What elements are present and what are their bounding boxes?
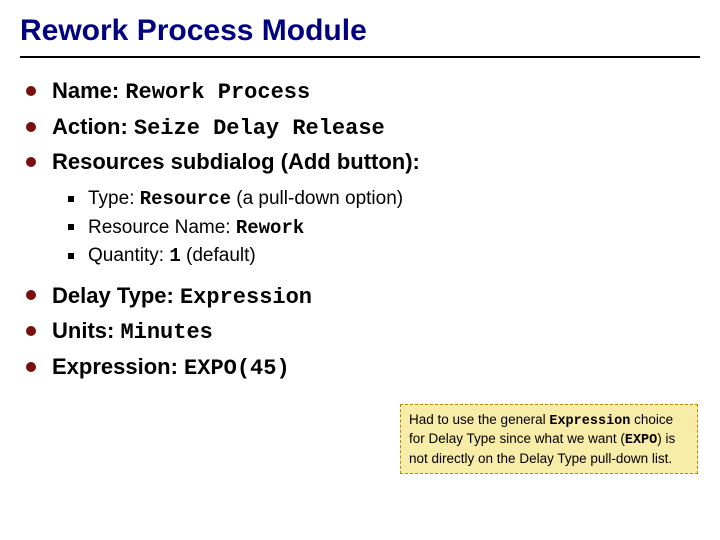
bullet-units: Units: Minutes <box>26 316 700 348</box>
value: Seize Delay Release <box>134 116 385 141</box>
sub-resource-name: Resource Name: Rework <box>68 214 700 243</box>
bullet-name: Name: Rework Process <box>26 76 700 108</box>
value: 1 <box>169 245 180 267</box>
label: Expression: <box>52 354 184 379</box>
note-code: EXPO <box>625 433 657 448</box>
label: Name: <box>52 78 125 103</box>
value: Expression <box>180 285 312 310</box>
note-code: Expression <box>549 414 630 429</box>
value: Rework <box>236 217 304 239</box>
label: Units: <box>52 318 120 343</box>
suffix: (default) <box>181 245 256 266</box>
label: Action: <box>52 114 134 139</box>
sub-bullet-list: Type: Resource (a pull-down option) Reso… <box>26 185 700 271</box>
label: Type: <box>88 188 140 209</box>
sub-type: Type: Resource (a pull-down option) <box>68 185 700 214</box>
sub-quantity: Quantity: 1 (default) <box>68 242 700 271</box>
title-rule <box>20 56 700 58</box>
label: Resource Name: <box>88 217 236 238</box>
bullet-list: Name: Rework Process Action: Seize Delay… <box>20 76 700 384</box>
suffix: (a pull-down option) <box>231 188 403 209</box>
value: Rework Process <box>125 80 310 105</box>
value: Resource <box>140 188 231 210</box>
bullet-delay-type: Delay Type: Expression <box>26 281 700 313</box>
callout-note: Had to use the general Expression choice… <box>400 404 698 474</box>
note-text: Had to use the general <box>409 412 549 427</box>
value: EXPO(45) <box>184 356 290 381</box>
bullet-action: Action: Seize Delay Release <box>26 112 700 144</box>
bullet-resources: Resources subdialog (Add button): <box>26 147 700 177</box>
value: Minutes <box>120 320 212 345</box>
label: Quantity: <box>88 245 169 266</box>
slide-title: Rework Process Module <box>20 10 700 54</box>
label: Delay Type: <box>52 283 180 308</box>
label: Resources subdialog (Add button): <box>52 149 420 174</box>
bullet-expression: Expression: EXPO(45) <box>26 352 700 384</box>
slide: Rework Process Module Name: Rework Proce… <box>0 0 720 540</box>
